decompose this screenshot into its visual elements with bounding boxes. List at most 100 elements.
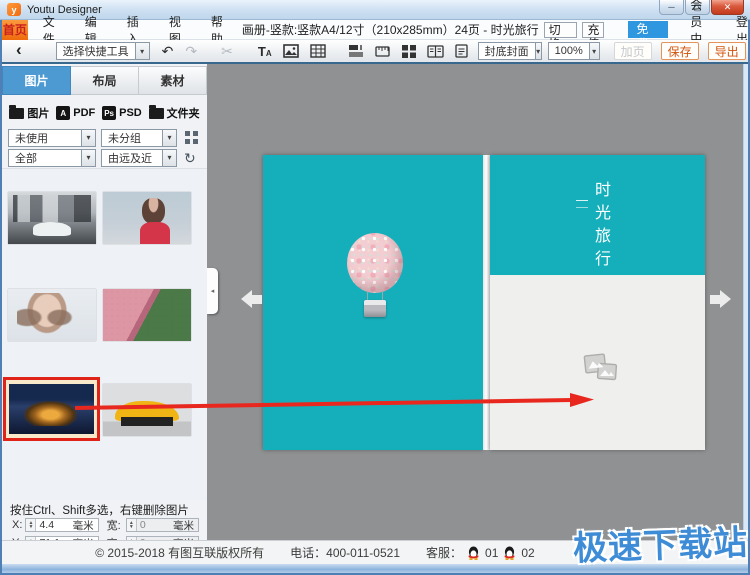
usage-filter-dropdown[interactable]: 未使用 ▾ — [8, 129, 96, 147]
import-pdf-button[interactable]: A PDF — [56, 106, 95, 120]
group-filter-dropdown[interactable]: 未分组 ▾ — [101, 129, 177, 147]
minimize-button[interactable]: ─ — [659, 0, 684, 15]
book-spine — [483, 155, 490, 450]
panel-collapse-handle[interactable]: ◂ — [207, 268, 218, 314]
qq-number-2[interactable]: 02 — [521, 546, 534, 560]
toolbar: ‹ 选择快捷工具 ▾ ↶ ↷ ✂ TA — [2, 40, 748, 64]
chevron-down-icon: ▾ — [162, 130, 176, 146]
thumbnail-night-castle-image — [9, 384, 94, 434]
back-button[interactable]: ‹ — [16, 40, 22, 60]
group-filter-label: 未分组 — [102, 130, 162, 146]
canvas-scrollbar[interactable] — [743, 64, 748, 540]
x-unit: 毫米 — [73, 518, 98, 533]
free-user-badge[interactable]: 免费用户 — [628, 21, 668, 38]
export-button[interactable]: 导出 — [708, 42, 746, 60]
balloon-basket — [364, 300, 386, 317]
page-back-cover[interactable] — [263, 155, 483, 450]
thumbnail-yellow-suv[interactable] — [103, 384, 191, 436]
download-site-watermark: 极速下载站 — [572, 515, 749, 570]
x-field[interactable]: ▲▼ 4.4 毫米 — [25, 518, 98, 532]
cut-icon[interactable]: ✂ — [221, 44, 233, 58]
chevron-down-icon: ▾ — [81, 150, 95, 166]
scope-filter-dropdown[interactable]: 全部 ▾ — [8, 149, 96, 167]
single-page-view-icon[interactable] — [455, 44, 468, 58]
tab-layout[interactable]: 布局 — [71, 66, 139, 95]
next-page-arrow[interactable] — [710, 290, 731, 308]
app-window: y Youtu Designer ─ ▢ ✕ 首页 文件 编辑 插入 视图 帮助… — [0, 0, 750, 575]
chevron-down-icon: ▾ — [162, 150, 176, 166]
design-canvas[interactable]: ◂ 时光旅行 — [207, 64, 743, 540]
zoom-level-dropdown[interactable]: 100% ▾ — [548, 42, 600, 60]
insert-image-icon[interactable] — [283, 44, 299, 58]
align-icon[interactable] — [349, 45, 364, 58]
text-tool-icon[interactable]: TA — [258, 44, 272, 59]
refresh-icon[interactable]: ↻ — [184, 151, 196, 165]
sort-filter-dropdown[interactable]: 由远及近 ▾ — [101, 149, 177, 167]
save-button[interactable]: 保存 — [661, 42, 699, 60]
thumbnail-white-car[interactable] — [8, 192, 96, 244]
tab-assets[interactable]: 素材 — [139, 66, 207, 95]
sort-filter-label: 由远及近 — [102, 150, 162, 166]
undo-icon[interactable]: ↶ — [162, 44, 174, 58]
width-stepper[interactable]: ▲▼ — [127, 519, 137, 531]
right-arrow-icon — [720, 290, 731, 308]
psd-icon: Ps — [102, 106, 116, 120]
page-front-cover[interactable]: 时光旅行 — [490, 155, 705, 450]
import-psd-button[interactable]: Ps PSD — [102, 106, 142, 120]
import-images-label: 图片 — [27, 105, 49, 121]
import-images-button[interactable]: 图片 — [9, 105, 49, 121]
document-title: 画册-竖款:竖款A4/12寸（210x285mm）24页 - 时光旅行 — [242, 21, 539, 38]
image-placeholder-icon[interactable] — [583, 351, 619, 390]
menu-home[interactable]: 首页 — [2, 20, 28, 40]
ruler-icon[interactable] — [375, 45, 391, 58]
library-panel: 图片 布局 素材 图片 A PDF Ps PSD 文件夹 未使 — [2, 64, 207, 540]
thumbnail-woman-portrait[interactable] — [8, 289, 96, 341]
width-label: 宽: — [107, 517, 126, 533]
copyright-text: © 2015-2018 有图互联版权所有 — [95, 544, 264, 561]
import-folder-label: 文件夹 — [167, 105, 200, 121]
folder-icon — [149, 108, 164, 119]
left-arrow-icon — [241, 290, 252, 308]
chevron-down-icon: ▾ — [81, 130, 95, 146]
cover-subtitle-decoration — [576, 200, 588, 208]
phone-text: 电话：400-011-0521 — [290, 544, 400, 561]
grid-view-icon[interactable] — [402, 45, 416, 58]
recharge-button[interactable]: 充值 — [582, 22, 604, 38]
insert-table-icon[interactable] — [310, 44, 326, 58]
right-arrow-bar — [710, 295, 720, 304]
chevron-down-icon: ▾ — [135, 43, 149, 59]
import-psd-label: PSD — [119, 107, 142, 119]
spread-view-icon[interactable] — [427, 45, 444, 58]
qq-icon[interactable] — [467, 546, 480, 560]
tab-images[interactable]: 图片 — [2, 66, 71, 95]
x-stepper[interactable]: ▲▼ — [26, 519, 36, 531]
redo-icon[interactable]: ↷ — [185, 44, 197, 58]
pdf-icon: A — [56, 106, 70, 120]
width-value: 0 — [137, 519, 173, 531]
width-field[interactable]: ▲▼ 0 毫米 — [126, 518, 199, 532]
switch-size-button[interactable]: 切换尺寸 — [544, 22, 578, 38]
quick-tool-dropdown[interactable]: 选择快捷工具 ▾ — [56, 42, 150, 60]
spread-select-dropdown[interactable]: 封底封面 ▾ — [478, 42, 542, 60]
panel-tabs: 图片 布局 素材 — [2, 66, 207, 95]
add-page-button[interactable]: 加页 — [614, 42, 652, 60]
qq-icon[interactable] — [503, 546, 516, 560]
qq-number-1[interactable]: 01 — [485, 546, 498, 560]
thumbnail-woman-red-dress[interactable] — [103, 192, 191, 244]
width-unit: 毫米 — [173, 518, 198, 533]
import-folder-button[interactable]: 文件夹 — [149, 105, 200, 121]
service-label: 客服： — [426, 544, 462, 561]
usage-filter-label: 未使用 — [9, 130, 81, 146]
zoom-level-label: 100% — [549, 45, 589, 57]
spread-select-label: 封底封面 — [479, 43, 535, 59]
thumbnail-grid-icon[interactable] — [185, 131, 198, 144]
scope-filter-label: 全部 — [9, 150, 81, 166]
quick-tool-label: 选择快捷工具 — [57, 43, 135, 59]
thumbnail-flower-field-aerial[interactable] — [103, 289, 191, 341]
folder-icon — [9, 108, 24, 119]
thumbnail-night-castle-selected[interactable] — [3, 377, 100, 441]
filter-row-1: 未使用 ▾ 未分组 ▾ — [8, 128, 204, 147]
filter-row-2: 全部 ▾ 由远及近 ▾ ↻ — [8, 148, 204, 167]
thumbnail-list — [2, 168, 207, 500]
previous-page-arrow[interactable] — [241, 290, 262, 308]
